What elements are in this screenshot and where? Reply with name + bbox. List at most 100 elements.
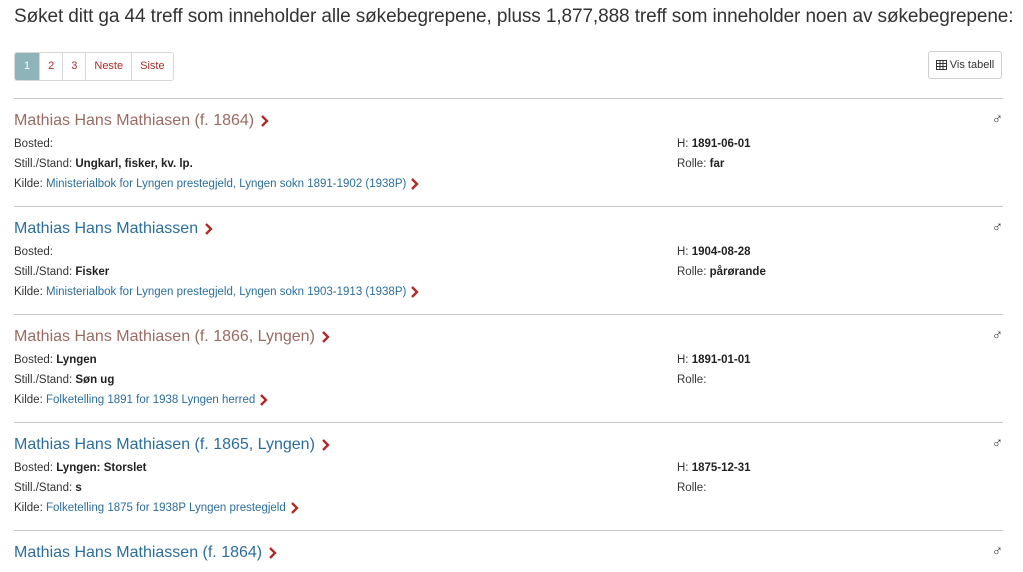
still-label: Still./Stand: xyxy=(14,158,73,170)
kilde-line: Kilde: Ministerialbok for Lyngen presteg… xyxy=(14,178,420,190)
h-label: H: xyxy=(677,138,689,150)
rolle-line: Rolle: far xyxy=(677,158,724,170)
chevron-right-icon xyxy=(260,394,268,406)
rolle-label: Rolle: xyxy=(677,374,707,386)
table-icon xyxy=(935,60,947,70)
result-name: Mathias Hans Mathiassen xyxy=(14,220,199,237)
h-label: H: xyxy=(677,246,689,258)
bosted-value: Lyngen xyxy=(56,354,97,366)
chevron-right-icon xyxy=(205,223,213,235)
result-name: Mathias Hans Mathiassen (f. 1864) xyxy=(14,544,263,561)
kilde-link[interactable]: Ministerialbok for Lyngen prestegjeld, L… xyxy=(45,286,420,298)
result-name: Mathias Hans Mathiasen (f. 1865, Lyngen) xyxy=(14,436,315,453)
search-summary: Søket ditt ga 44 treff som inneholder al… xyxy=(14,6,1014,27)
vis-tabell-button[interactable]: Vis tabell xyxy=(928,51,1002,79)
bosted-label: Bosted: xyxy=(14,462,53,474)
page-1-button[interactable]: 1 xyxy=(15,53,40,80)
still-line: Still./Stand: Ungkarl, fisker, kv. lp. xyxy=(14,158,193,170)
page-3-button[interactable]: 3 xyxy=(62,53,86,80)
h-value: 1904-08-28 xyxy=(691,246,751,258)
chevron-right-icon xyxy=(411,286,420,298)
h-line: H: 1875-12-31 xyxy=(677,462,751,474)
kilde-label: Kilde: xyxy=(14,178,43,190)
h-value: 1891-06-01 xyxy=(691,138,751,150)
result-row: Mathias Hans Mathiasen (f. 1864) ♂ Bosted:… xyxy=(14,98,1003,206)
bosted-label: Bosted: xyxy=(14,138,53,150)
bosted-label: Bosted: xyxy=(14,354,53,366)
bosted-label: Bosted: xyxy=(14,246,53,258)
rolle-value: far xyxy=(709,158,725,170)
result-row: Mathias Hans Mathiassen ♂ Bosted: Still./S… xyxy=(14,206,1003,314)
still-line: Still./Stand: Søn ug xyxy=(14,374,114,386)
page-2-button[interactable]: 2 xyxy=(39,53,63,80)
kilde-line: Kilde: Folketelling 1875 for 1938P Lynge… xyxy=(14,502,299,514)
vis-tabell-label: Vis tabell xyxy=(949,59,995,71)
kilde-text: Ministerialbok for Lyngen prestegjeld, L… xyxy=(45,286,407,298)
result-name: Mathias Hans Mathiasen (f. 1866, Lyngen) xyxy=(14,328,315,345)
result-name-link[interactable]: Mathias Hans Mathiassen xyxy=(14,220,213,238)
result-name-link[interactable]: Mathias Hans Mathiassen (f. 1864) xyxy=(14,544,277,562)
still-value: Søn ug xyxy=(75,374,115,386)
h-label: H: xyxy=(677,462,689,474)
result-name: Mathias Hans Mathiasen (f. 1864) xyxy=(14,112,255,129)
kilde-text: Folketelling 1875 for 1938P Lyngen prest… xyxy=(45,502,286,514)
rolle-value: pårørande xyxy=(709,266,766,278)
rolle-line: Rolle: xyxy=(677,482,706,494)
kilde-label: Kilde: xyxy=(14,394,43,406)
result-row: Mathias Hans Mathiasen (f. 1866, Lyngen)… xyxy=(14,314,1003,422)
result-row: Mathias Hans Mathiasen (f. 1865, Lyngen)… xyxy=(14,422,1003,530)
rolle-line: Rolle: xyxy=(677,374,706,386)
kilde-text: Ministerialbok for Lyngen prestegjeld, L… xyxy=(45,178,407,190)
results-list: Mathias Hans Mathiasen (f. 1864) ♂ Bosted:… xyxy=(14,98,1003,570)
h-line: H: 1904-08-28 xyxy=(677,246,751,258)
chevron-right-icon xyxy=(290,502,299,514)
bosted-value: Lyngen: Storslet xyxy=(56,462,147,474)
bosted-line: Bosted: Lyngen: Storslet xyxy=(14,462,147,474)
still-label: Still./Stand: xyxy=(14,374,73,386)
kilde-label: Kilde: xyxy=(14,286,43,298)
kilde-link[interactable]: Folketelling 1891 for 1938 Lyngen herred xyxy=(46,394,268,406)
h-value: 1891-01-01 xyxy=(691,354,751,366)
rolle-label: Rolle: xyxy=(677,158,707,170)
kilde-link[interactable]: Ministerialbok for Lyngen prestegjeld, L… xyxy=(45,178,420,190)
still-value: Fisker xyxy=(75,266,110,278)
h-label: H: xyxy=(677,354,689,366)
still-value: Ungkarl, fisker, kv. lp. xyxy=(75,158,193,170)
chevron-right-icon xyxy=(322,331,330,343)
rolle-line: Rolle: pårørande xyxy=(677,266,766,278)
still-line: Still./Stand: Fisker xyxy=(14,266,109,278)
still-line: Still./Stand: s xyxy=(14,482,82,494)
male-icon: ♂ xyxy=(991,543,1003,560)
male-icon: ♂ xyxy=(991,327,1003,344)
kilde-link[interactable]: Folketelling 1875 for 1938P Lyngen prest… xyxy=(46,502,299,514)
kilde-label: Kilde: xyxy=(14,502,43,514)
male-icon: ♂ xyxy=(991,111,1003,128)
last-page-button[interactable]: Siste xyxy=(131,53,173,80)
kilde-line: Kilde: Ministerialbok for Lyngen presteg… xyxy=(14,286,420,298)
result-row: Mathias Hans Mathiassen (f. 1864) ♂ xyxy=(14,530,1003,570)
result-name-link[interactable]: Mathias Hans Mathiasen (f. 1866, Lyngen) xyxy=(14,328,330,346)
result-name-link[interactable]: Mathias Hans Mathiasen (f. 1865, Lyngen) xyxy=(14,436,330,454)
next-page-button[interactable]: Neste xyxy=(85,53,132,80)
pagination: 1 2 3 Neste Siste xyxy=(14,52,174,81)
still-label: Still./Stand: xyxy=(14,482,73,494)
chevron-right-icon xyxy=(411,178,420,190)
kilde-text: Folketelling 1891 for 1938 Lyngen herred xyxy=(45,394,256,406)
rolle-label: Rolle: xyxy=(677,266,707,278)
male-icon: ♂ xyxy=(991,435,1003,452)
chevron-right-icon xyxy=(269,547,277,559)
h-line: H: 1891-01-01 xyxy=(677,354,751,366)
male-icon: ♂ xyxy=(991,219,1003,236)
bosted-line: Bosted: xyxy=(14,138,53,150)
h-value: 1875-12-31 xyxy=(691,462,751,474)
bosted-line: Bosted: Lyngen xyxy=(14,354,97,366)
still-value: s xyxy=(75,482,82,494)
chevron-right-icon xyxy=(322,439,330,451)
rolle-label: Rolle: xyxy=(677,482,707,494)
h-line: H: 1891-06-01 xyxy=(677,138,751,150)
bosted-line: Bosted: xyxy=(14,246,53,258)
still-label: Still./Stand: xyxy=(14,266,73,278)
result-name-link[interactable]: Mathias Hans Mathiasen (f. 1864) xyxy=(14,112,269,130)
chevron-right-icon xyxy=(261,115,269,127)
kilde-line: Kilde: Folketelling 1891 for 1938 Lyngen… xyxy=(14,394,268,406)
